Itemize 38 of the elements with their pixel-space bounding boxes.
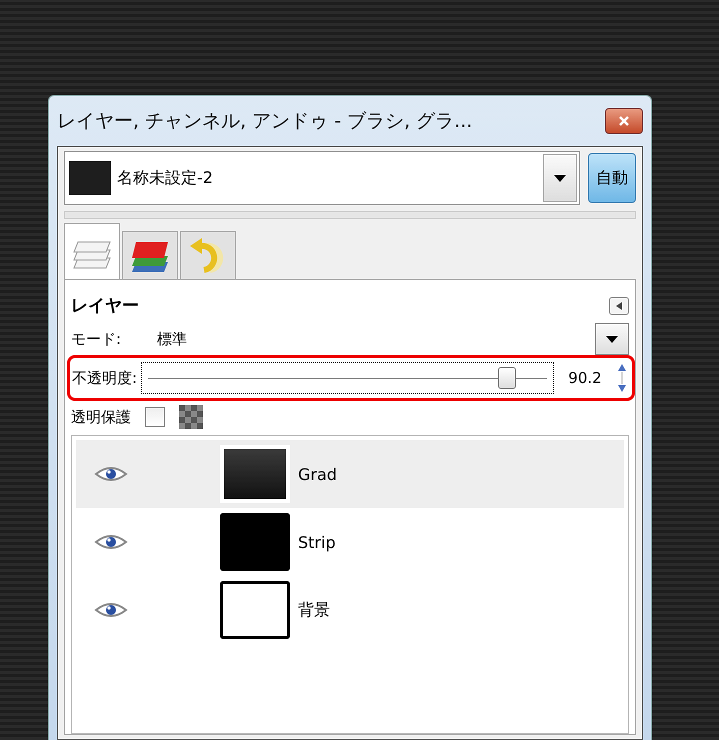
layer-name: Strip [298, 532, 336, 552]
close-button[interactable] [605, 108, 643, 134]
slider-thumb[interactable] [498, 367, 516, 389]
panel-menu-button[interactable] [609, 296, 629, 314]
opacity-value: 90.2 [567, 369, 603, 387]
image-thumbnail [69, 161, 111, 195]
panel-title: レイヤー [71, 295, 140, 317]
image-name: 名称未設定-2 [117, 168, 214, 188]
mode-value: 標準 [157, 330, 188, 348]
dock-tab[interactable] [122, 231, 178, 279]
checker-icon [179, 405, 203, 429]
caret-icon [554, 174, 566, 182]
layer-row[interactable]: 背景 [76, 576, 624, 644]
close-icon [619, 116, 629, 126]
layer-row[interactable]: Strip [76, 508, 624, 576]
window-title: レイヤー, チャンネル, アンドゥ - ブラシ, グラ... [57, 109, 472, 134]
caret-icon [616, 302, 622, 310]
layer-name: Grad [298, 464, 337, 484]
layer-thumbnail [220, 581, 290, 639]
mode-dropdown[interactable] [595, 323, 629, 355]
mode-label: モード: [71, 330, 122, 348]
opacity-slider[interactable] [141, 362, 554, 394]
caret-icon [606, 336, 618, 342]
spin-arrows-icon[interactable] [616, 363, 628, 393]
layer-thumbnail [220, 445, 290, 503]
layer-row[interactable]: Grad [76, 440, 624, 508]
lock-label: 透明保護 [71, 408, 131, 426]
eye-icon[interactable] [94, 601, 128, 619]
opacity-label: 不透明度: [72, 368, 138, 388]
eye-icon[interactable] [94, 465, 128, 483]
dropdown-button[interactable] [543, 154, 577, 202]
dock-tab[interactable] [64, 223, 120, 279]
lock-checkbox[interactable] [145, 407, 165, 427]
layer-name: 背景 [298, 600, 330, 620]
layer-thumbnail [220, 513, 290, 571]
image-selector[interactable]: 名称未設定-2 [64, 151, 580, 205]
eye-icon[interactable] [94, 533, 128, 551]
auto-button[interactable]: 自動 [588, 153, 636, 203]
